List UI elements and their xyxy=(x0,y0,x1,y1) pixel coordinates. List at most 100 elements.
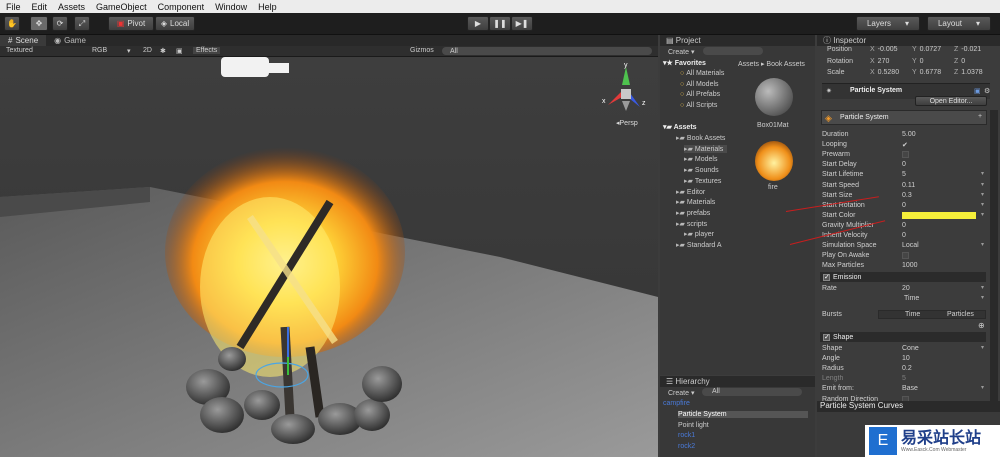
prop-value[interactable]: 0 xyxy=(902,161,906,168)
prop-value[interactable]: 0 xyxy=(902,222,906,229)
hierarchy-create-button[interactable]: Create ▾ xyxy=(668,389,694,397)
menu-item-edit[interactable]: Edit xyxy=(32,2,48,12)
particle-system-module-header[interactable]: ◈ Particle System + xyxy=(821,110,987,125)
shading-mode-dropdown[interactable]: Textured xyxy=(6,47,33,54)
hierarchy-item[interactable]: Point light xyxy=(678,422,709,429)
chevron-down-icon[interactable]: ▾ xyxy=(981,211,984,218)
prop-value[interactable]: 0.11 xyxy=(902,182,915,189)
prop-value[interactable]: ✔ xyxy=(902,141,908,149)
menu-item-assets[interactable]: Assets xyxy=(58,2,85,12)
favorite-item[interactable]: ○ All Models xyxy=(680,81,719,88)
folder-item[interactable]: ▸▰ Editor xyxy=(676,188,705,196)
open-editor-button[interactable]: Open Editor... xyxy=(915,96,987,106)
folder-item[interactable]: ▸▰ Materials xyxy=(684,144,728,153)
2d-toggle[interactable]: 2D xyxy=(143,47,152,54)
chevron-down-icon[interactable]: ▾ xyxy=(981,294,984,301)
menu-item-file[interactable]: File xyxy=(6,2,21,12)
shape-value[interactable]: Base xyxy=(902,385,918,392)
breadcrumb[interactable]: Assets ▸ Book Assets xyxy=(738,60,805,68)
shape-value[interactable]: Cone xyxy=(902,345,919,352)
layout-dropdown[interactable]: Layout ▾ xyxy=(927,16,991,31)
asset-fire[interactable]: fire xyxy=(768,184,778,191)
scene-search-input[interactable]: All xyxy=(442,47,652,55)
assets-header[interactable]: ▾▰ Assets xyxy=(663,123,697,131)
pivot-toggle[interactable]: ▣ Pivot xyxy=(108,16,154,31)
prop-value[interactable]: 5 xyxy=(902,171,906,178)
layers-dropdown[interactable]: Layers ▾ xyxy=(856,16,920,31)
scale-tool-icon[interactable]: ⤢ xyxy=(74,16,90,31)
emission-checkbox[interactable]: ✓ xyxy=(823,273,830,281)
gizmos-dropdown[interactable]: Gizmos xyxy=(410,47,434,54)
play-button[interactable]: ▶ xyxy=(467,16,489,31)
transform-field-y[interactable]: Y 0.6778 xyxy=(912,69,941,76)
folder-item[interactable]: ▸▰ Standard A xyxy=(676,241,722,249)
material-sphere-icon[interactable] xyxy=(755,78,793,116)
menu-item-gameobject[interactable]: GameObject xyxy=(96,2,147,12)
menu-item-window[interactable]: Window xyxy=(215,2,247,12)
shape-value[interactable]: 5 xyxy=(902,375,906,382)
hierarchy-item[interactable]: campfire xyxy=(663,400,690,407)
prop-value[interactable]: 0.3 xyxy=(902,192,912,199)
chevron-down-icon[interactable]: ▾ xyxy=(981,181,984,188)
folder-item[interactable]: ▸▰ Textures xyxy=(684,177,721,185)
folder-item[interactable]: ▸▰ Materials xyxy=(676,198,715,206)
hierarchy-search-input[interactable]: All xyxy=(702,388,802,396)
prop-value[interactable]: 0 xyxy=(902,202,906,209)
project-create-button[interactable]: Create ▾ xyxy=(668,48,694,56)
chevron-down-icon[interactable]: ▾ xyxy=(981,384,984,391)
shape-value[interactable]: 10 xyxy=(902,355,910,362)
fire-texture-icon[interactable] xyxy=(755,141,793,181)
folder-item[interactable]: ▸▰ Sounds xyxy=(684,166,719,174)
project-search-input[interactable] xyxy=(703,47,763,55)
audio-toggle-icon[interactable]: ▣ xyxy=(176,47,183,55)
menu-item-help[interactable]: Help xyxy=(258,2,277,12)
particle-curves-header[interactable]: Particle System Curves xyxy=(817,401,1000,412)
rotate-tool-icon[interactable]: ⟳ xyxy=(52,16,68,31)
tab-scene[interactable]: # Scene xyxy=(0,35,47,46)
shape-section-header[interactable]: ✓ Shape xyxy=(820,332,986,342)
transform-field-y[interactable]: Y0 xyxy=(912,58,924,65)
chevron-down-icon[interactable]: ▾ xyxy=(981,241,984,248)
chevron-down-icon[interactable]: ▾ xyxy=(981,191,984,198)
prop-value[interactable]: 1000 xyxy=(902,262,918,269)
prop-value[interactable]: 0 xyxy=(902,232,906,239)
folder-item[interactable]: ▸▰ prefabs xyxy=(676,209,710,217)
asset-box01mat[interactable]: Box01Mat xyxy=(757,122,789,129)
hierarchy-item[interactable]: rock2 xyxy=(678,443,695,450)
projection-label[interactable]: ◂Persp xyxy=(616,119,638,127)
local-toggle[interactable]: ◈ Local xyxy=(155,16,195,31)
lighting-toggle-icon[interactable]: ✱ xyxy=(160,47,166,55)
folder-item[interactable]: ▸▰ Models xyxy=(684,155,717,163)
favorite-item[interactable]: ○ All Materials xyxy=(680,70,724,77)
chevron-down-icon[interactable]: ▾ xyxy=(981,344,984,351)
prop-checkbox[interactable] xyxy=(902,252,909,260)
transform-field-z[interactable]: Z0 xyxy=(954,58,965,65)
menu-item-component[interactable]: Component xyxy=(158,2,205,12)
prop-value[interactable]: 5.00 xyxy=(902,131,916,138)
help-icon[interactable]: ▣ xyxy=(974,87,981,95)
step-button[interactable]: ▶❚ xyxy=(511,16,533,31)
chevron-down-icon[interactable]: ▾ xyxy=(981,284,984,291)
chevron-down-icon[interactable]: ▾ xyxy=(981,201,984,208)
favorites-header[interactable]: ▾★ Favorites xyxy=(663,59,706,67)
effects-dropdown[interactable]: Effects xyxy=(193,47,221,54)
favorite-item[interactable]: ○ All Prefabs xyxy=(680,91,720,98)
emission-value[interactable]: 20 xyxy=(902,285,910,292)
transform-field-z[interactable]: Z 1.0378 xyxy=(954,69,983,76)
emission-section-header[interactable]: ✓ Emission xyxy=(820,272,986,282)
hierarchy-item[interactable]: rock1 xyxy=(678,432,695,439)
transform-field-z[interactable]: Z -0.021 xyxy=(954,46,981,53)
folder-item[interactable]: ▸▰ Book Assets xyxy=(676,134,725,142)
start-color-swatch[interactable] xyxy=(902,211,976,219)
transform-field-x[interactable]: X 270 xyxy=(870,58,889,65)
transform-field-x[interactable]: X 0.5280 xyxy=(870,69,899,76)
chevron-down-icon[interactable]: ▾ xyxy=(981,170,984,177)
hierarchy-item[interactable]: Particle System xyxy=(678,410,808,418)
transform-field-x[interactable]: X -0.005 xyxy=(870,46,898,53)
favorite-item[interactable]: ○ All Scripts xyxy=(680,102,717,109)
prop-checkbox[interactable] xyxy=(902,151,909,159)
scene-view[interactable]: x y z ◂Persp xyxy=(0,57,658,457)
pause-button[interactable]: ❚❚ xyxy=(489,16,511,31)
shape-value[interactable]: 0.2 xyxy=(902,365,912,372)
transform-field-y[interactable]: Y 0.0727 xyxy=(912,46,941,53)
